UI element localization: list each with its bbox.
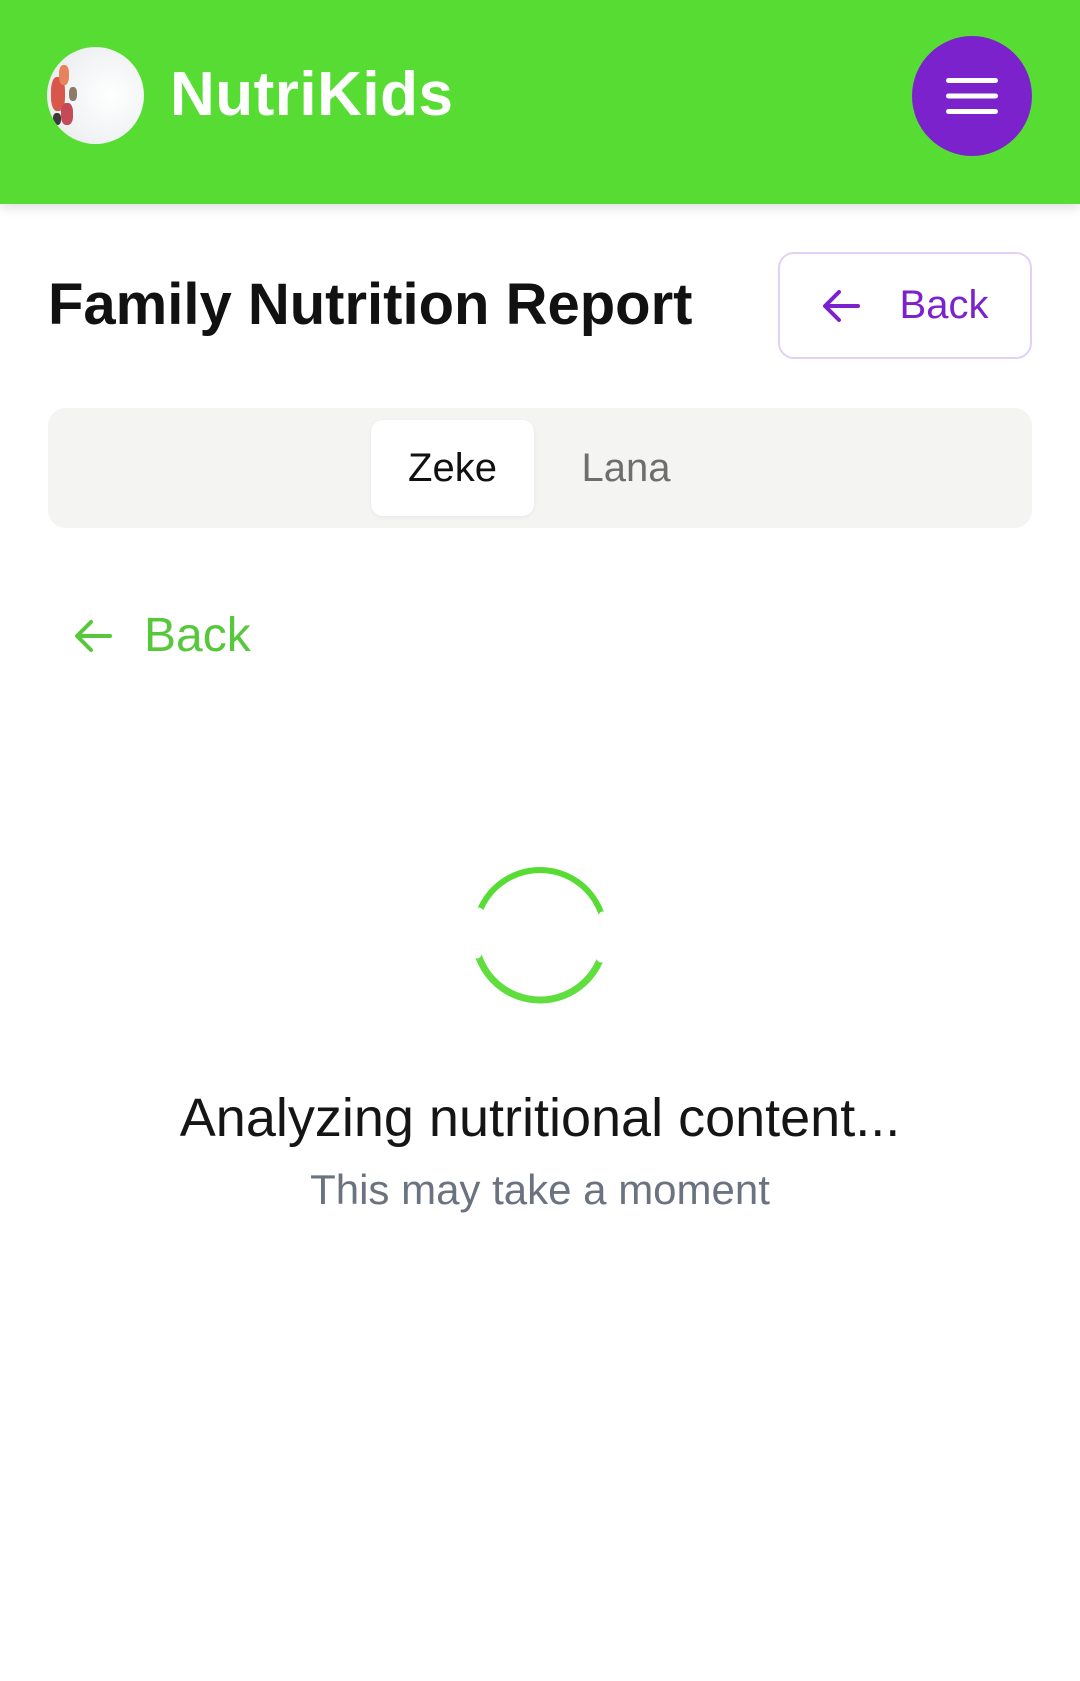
page-title: Family Nutrition Report [48, 272, 693, 337]
avatar-image-detail [69, 87, 77, 101]
avatar-image-detail [59, 65, 69, 85]
menu-button[interactable] [912, 36, 1032, 156]
avatar-image-detail [53, 113, 61, 125]
child-tabs: Zeke Lana [48, 408, 1032, 528]
avatar-image-detail [61, 103, 73, 125]
back-link-label: Back [144, 609, 251, 662]
app-header: NutriKids [0, 0, 1080, 204]
loading-title: Analyzing nutritional content... [179, 1088, 901, 1148]
back-button-label: Back [899, 283, 989, 327]
app-avatar[interactable] [47, 47, 144, 144]
loading-spinner [469, 867, 611, 1004]
loading-subtitle: This may take a moment [310, 1166, 770, 1213]
tab-zeke[interactable]: Zeke [371, 420, 534, 516]
back-button[interactable]: Back [778, 252, 1032, 359]
app-brand-title: NutriKids [170, 60, 454, 129]
back-link[interactable]: Back [74, 604, 251, 668]
arrow-left-icon [822, 289, 860, 322]
hamburger-menu-icon [946, 78, 998, 114]
tab-lana[interactable]: Lana [566, 420, 686, 516]
arrow-left-icon [75, 620, 112, 652]
